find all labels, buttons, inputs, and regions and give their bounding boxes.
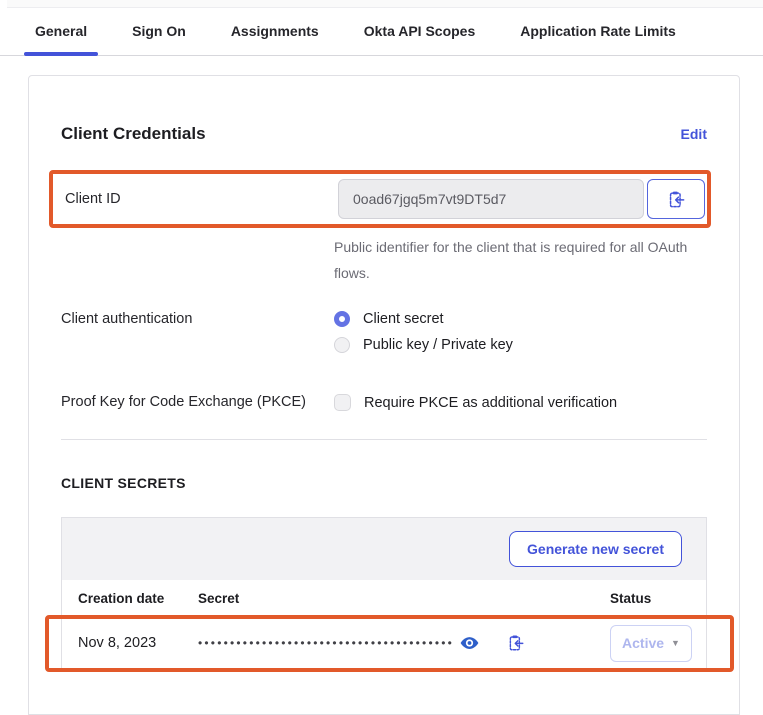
section-title: Client Credentials (61, 124, 206, 144)
status-label: Active (622, 635, 664, 651)
client-id-label: Client ID (65, 191, 338, 207)
clipboard-icon (507, 634, 525, 652)
window-top-strip (7, 0, 763, 8)
client-authentication-row: Client authentication Client secret Publ… (61, 310, 707, 353)
tab-general[interactable]: General (24, 23, 98, 55)
app-tab-bar: General Sign On Assignments Okta API Sco… (0, 8, 763, 56)
generate-new-secret-button[interactable]: Generate new secret (509, 531, 682, 567)
section-divider (61, 439, 707, 440)
tab-okta-api-scopes[interactable]: Okta API Scopes (353, 23, 487, 55)
header-secret: Secret (198, 591, 610, 606)
secret-table-row: Nov 8, 2023 ••••••••••••••••••••••••••••… (62, 617, 706, 669)
secret-creation-date: Nov 8, 2023 (78, 635, 198, 651)
radio-client-secret-label: Client secret (363, 311, 444, 327)
pkce-option-label: Require PKCE as additional verification (364, 395, 617, 411)
radio-client-secret[interactable]: Client secret (334, 311, 513, 327)
header-status: Status (610, 591, 706, 606)
copy-client-id-button[interactable] (647, 179, 705, 219)
radio-public-private-key-label: Public key / Private key (363, 337, 513, 353)
tab-sign-on[interactable]: Sign On (121, 23, 197, 55)
general-settings-card: Client Credentials Edit Client ID 0oad67… (28, 75, 740, 715)
checkbox-unchecked-icon[interactable] (334, 394, 351, 411)
reveal-secret-button[interactable] (460, 636, 479, 650)
client-id-value: 0oad67jgq5m7vt9DT5d7 (338, 179, 644, 219)
eye-icon (460, 636, 479, 650)
client-id-highlight-box: Client ID 0oad67jgq5m7vt9DT5d7 (49, 170, 711, 228)
chevron-down-icon: ▼ (671, 638, 680, 648)
edit-link[interactable]: Edit (681, 126, 707, 142)
client-secrets-table: Generate new secret Creation date Secret… (61, 517, 707, 670)
status-dropdown-button[interactable]: Active ▼ (610, 625, 692, 662)
client-credentials-header: Client Credentials Edit (61, 124, 707, 144)
radio-public-private-key[interactable]: Public key / Private key (334, 337, 513, 353)
masked-secret-value: •••••••••••••••••••••••••••••••••••••••• (198, 636, 454, 650)
tab-application-rate-limits[interactable]: Application Rate Limits (509, 23, 687, 55)
client-id-group: 0oad67jgq5m7vt9DT5d7 (338, 179, 705, 219)
radio-selected-icon[interactable] (334, 311, 350, 327)
client-authentication-label: Client authentication (61, 310, 334, 327)
client-secrets-title: CLIENT SECRETS (61, 475, 707, 491)
client-id-help-text: Public identifier for the client that is… (334, 234, 707, 286)
copy-secret-button[interactable] (507, 634, 525, 652)
secret-cell: •••••••••••••••••••••••••••••••••••••••• (198, 634, 610, 652)
header-creation-date: Creation date (78, 591, 198, 606)
tab-assignments[interactable]: Assignments (220, 23, 330, 55)
radio-unselected-icon[interactable] (334, 337, 350, 353)
pkce-row: Proof Key for Code Exchange (PKCE) Requi… (61, 393, 707, 411)
secrets-table-header: Creation date Secret Status (62, 580, 706, 617)
clipboard-icon (667, 190, 686, 209)
pkce-label: Proof Key for Code Exchange (PKCE) (61, 393, 334, 410)
pkce-checkbox-option[interactable]: Require PKCE as additional verification (334, 394, 617, 411)
secrets-table-toolbar: Generate new secret (62, 518, 706, 580)
